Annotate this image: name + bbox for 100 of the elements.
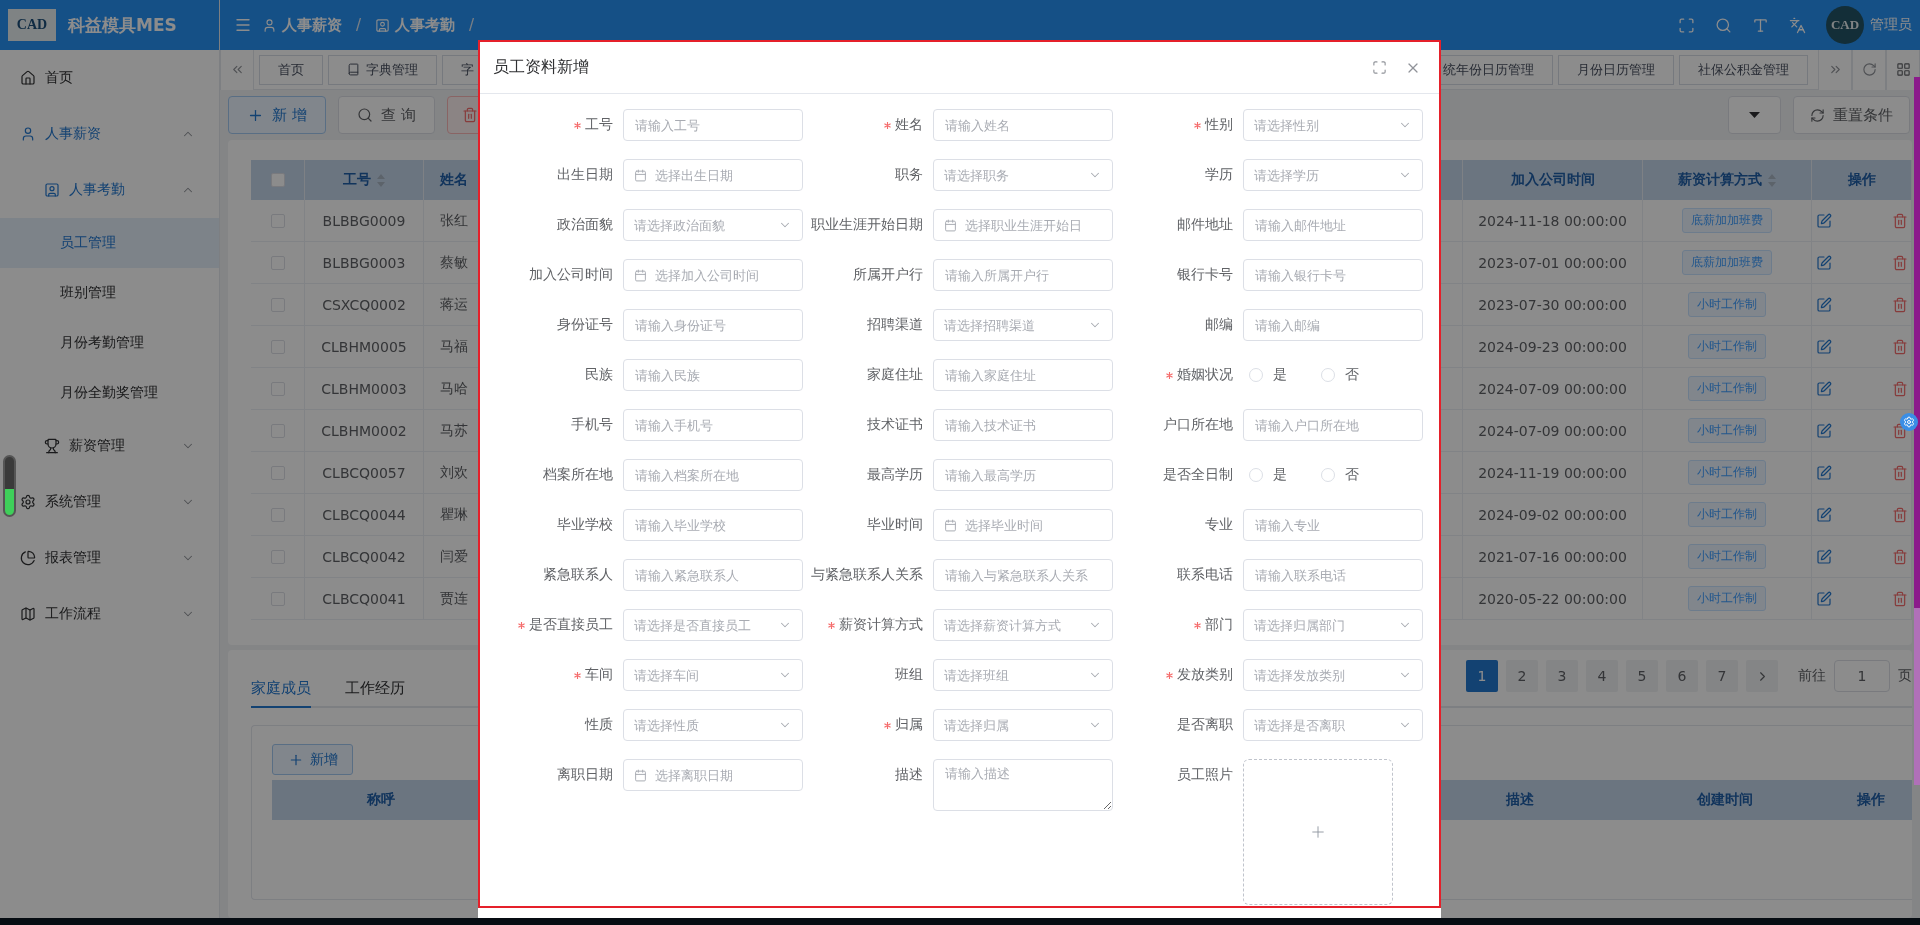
page-tab[interactable]: 字典管理: [328, 54, 437, 85]
scroll-left-button[interactable]: [220, 49, 254, 90]
page-button[interactable]: 3: [1546, 660, 1578, 692]
date-field[interactable]: 选择职业生涯开始日: [933, 209, 1113, 241]
page-tab[interactable]: 月份日历管理: [1558, 54, 1674, 85]
select-field[interactable]: 请选择是否离职: [1243, 709, 1423, 741]
select-field[interactable]: 请选择归属部门: [1243, 609, 1423, 641]
breadcrumb-link[interactable]: 人事薪资: [262, 15, 342, 35]
page-button[interactable]: 5: [1626, 660, 1658, 692]
text-field[interactable]: 请输入户口所在地: [1243, 409, 1423, 441]
menu-item[interactable]: 首页: [0, 50, 219, 106]
text-field[interactable]: 请输入银行卡号: [1243, 259, 1423, 291]
radio-button[interactable]: [1321, 468, 1335, 482]
select-field[interactable]: 请选择发放类别: [1243, 659, 1423, 691]
select-input[interactable]: 请选择职务: [944, 167, 1080, 183]
select-input[interactable]: 请选择是否直接员工: [634, 617, 770, 633]
radio-button[interactable]: [1249, 468, 1263, 482]
photo-upload[interactable]: [1243, 759, 1393, 905]
trash-icon[interactable]: [1891, 464, 1908, 481]
avatar[interactable]: CAD: [1826, 6, 1864, 44]
edit-icon[interactable]: [1815, 506, 1832, 523]
text-field[interactable]: 请输入邮编: [1243, 309, 1423, 341]
page-input[interactable]: 1: [1834, 660, 1890, 692]
date-field[interactable]: 选择离职日期: [623, 759, 803, 791]
edit-icon[interactable]: [1815, 422, 1832, 439]
radio-button[interactable]: [1249, 368, 1263, 382]
text-field[interactable]: 请输入与紧急联系人关系: [933, 559, 1113, 591]
refresh-button[interactable]: [1852, 49, 1886, 90]
select-field[interactable]: 请选择政治面貌: [623, 209, 803, 241]
page-button[interactable]: 4: [1586, 660, 1618, 692]
add-button[interactable]: 新 增: [228, 96, 326, 134]
menu-icon[interactable]: [234, 16, 252, 34]
page-button[interactable]: 2: [1506, 660, 1538, 692]
select-input[interactable]: 请选择归属部门: [1254, 617, 1390, 633]
select-field[interactable]: 请选择招聘渠道: [933, 309, 1113, 341]
select-input[interactable]: 请选择性别: [1254, 117, 1390, 133]
dropdown-button[interactable]: [1728, 96, 1781, 134]
select-input[interactable]: 请选择学历: [1254, 167, 1390, 183]
menu-item[interactable]: 员工管理: [0, 218, 219, 268]
edit-icon[interactable]: [1815, 548, 1832, 565]
select-input[interactable]: 请选择性质: [634, 717, 770, 733]
description-field[interactable]: 请输入描述: [933, 759, 1113, 811]
edit-icon[interactable]: [1815, 254, 1832, 271]
select-field[interactable]: 请选择学历: [1243, 159, 1423, 191]
next-page-button[interactable]: [1746, 660, 1778, 692]
add-button[interactable]: 新增: [272, 744, 353, 775]
select-field[interactable]: 请选择是否直接员工: [623, 609, 803, 641]
trash-icon[interactable]: [1891, 212, 1908, 229]
search-icon[interactable]: [1715, 16, 1732, 34]
translate-icon[interactable]: [1789, 16, 1806, 34]
menu-item[interactable]: 班别管理: [0, 268, 219, 318]
fullscreen-icon[interactable]: [1678, 16, 1695, 34]
text-field[interactable]: 请输入家庭住址: [933, 359, 1113, 391]
menu-item[interactable]: 月份全勤奖管理: [0, 368, 219, 418]
menu-item[interactable]: 报表管理: [0, 530, 219, 586]
text-field[interactable]: 请输入最高学历: [933, 459, 1113, 491]
select-input[interactable]: 请选择政治面貌: [634, 217, 770, 233]
menu-item[interactable]: 工作流程: [0, 586, 219, 642]
detail-tab[interactable]: 工作经历: [345, 670, 405, 708]
user-name[interactable]: 管理员: [1870, 16, 1912, 34]
menu-item[interactable]: 人事薪资: [0, 106, 219, 162]
reset-button[interactable]: 重置条件: [1793, 96, 1910, 134]
breadcrumb-link[interactable]: 人事考勤: [375, 15, 456, 35]
search-button[interactable]: 查 询: [337, 96, 435, 134]
date-input[interactable]: 选择职业生涯开始日: [965, 217, 1102, 233]
select-input[interactable]: 请选择归属: [944, 717, 1080, 733]
select-field[interactable]: 请选择性质: [623, 709, 803, 741]
trash-icon[interactable]: [1891, 548, 1908, 565]
select-input[interactable]: 请选择车间: [634, 667, 770, 683]
text-field[interactable]: 请输入紧急联系人: [623, 559, 803, 591]
trash-icon[interactable]: [1891, 590, 1908, 607]
select-field[interactable]: 请选择班组: [933, 659, 1113, 691]
select-field[interactable]: 请选择职务: [933, 159, 1113, 191]
page-tab[interactable]: 社保公积金管理: [1679, 54, 1808, 85]
date-input[interactable]: 选择离职日期: [655, 767, 792, 783]
select-field[interactable]: 请选择归属: [933, 709, 1113, 741]
text-field[interactable]: 请输入身份证号: [623, 309, 803, 341]
menu-item[interactable]: 月份考勤管理: [0, 318, 219, 368]
text-field[interactable]: 请输入民族: [623, 359, 803, 391]
trash-icon[interactable]: [1891, 296, 1908, 313]
edit-icon[interactable]: [1815, 296, 1832, 313]
scroll-right-button[interactable]: [1818, 49, 1852, 90]
edit-icon[interactable]: [1815, 590, 1832, 607]
trash-icon[interactable]: [1891, 506, 1908, 523]
date-input[interactable]: 选择加入公司时间: [655, 267, 792, 283]
trash-icon[interactable]: [1891, 254, 1908, 271]
page-tab[interactable]: 首页: [259, 54, 323, 85]
page-button[interactable]: 7: [1706, 660, 1738, 692]
text-field[interactable]: 请输入专业: [1243, 509, 1423, 541]
date-field[interactable]: 选择毕业时间: [933, 509, 1113, 541]
text-field[interactable]: 请输入联系电话: [1243, 559, 1423, 591]
trash-icon[interactable]: [1891, 338, 1908, 355]
page-button[interactable]: 1: [1466, 660, 1498, 692]
radio-button[interactable]: [1321, 368, 1335, 382]
text-field[interactable]: 请输入手机号: [623, 409, 803, 441]
page-button[interactable]: 6: [1666, 660, 1698, 692]
text-field[interactable]: 请输入技术证书: [933, 409, 1113, 441]
trash-icon[interactable]: [1891, 380, 1908, 397]
date-input[interactable]: 选择毕业时间: [965, 517, 1102, 533]
select-field[interactable]: 请选择性别: [1243, 109, 1423, 141]
